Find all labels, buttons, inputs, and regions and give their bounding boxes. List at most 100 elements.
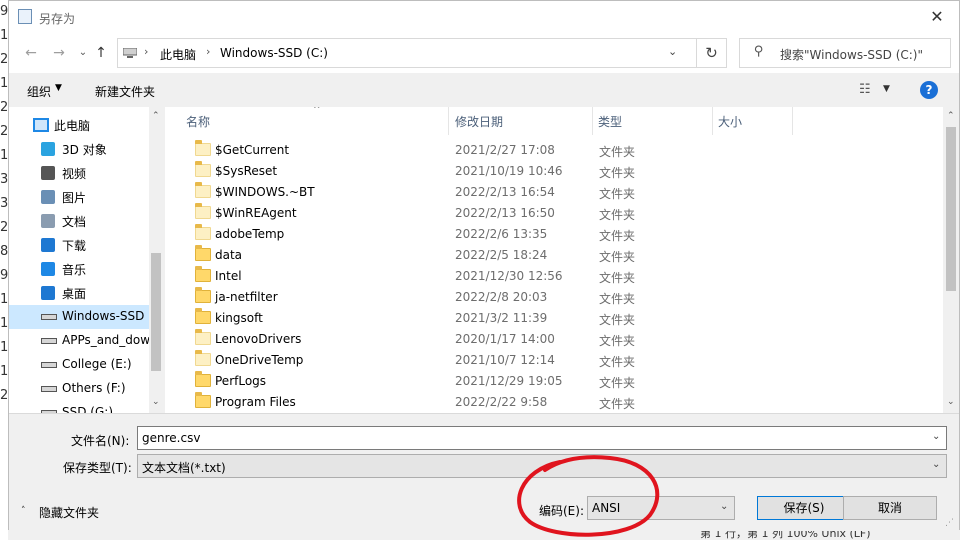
nav-item-label[interactable]: SSD (G:) [62,405,113,413]
new-folder-button[interactable]: 新建文件夹 [95,83,155,100]
nav-item[interactable]: College (E:) [9,353,149,377]
nav-item-label[interactable]: 音乐 [62,261,86,278]
search-input[interactable]: 搜索"Windows-SSD (C:)" [780,46,923,63]
file-row[interactable]: LenovoDrivers 2020/1/17 14:00 文件夹 [185,329,925,350]
chevron-down-icon[interactable]: ⌄ [932,459,940,470]
file-name[interactable]: LenovoDrivers [215,332,301,346]
nav-item[interactable]: 3D 对象 [9,137,149,161]
up-button[interactable]: ↑ [91,41,111,65]
close-button[interactable]: ✕ [919,3,955,31]
nav-item-label[interactable]: 下载 [62,237,86,254]
file-row[interactable]: $WinREAgent 2022/2/13 16:50 文件夹 [185,203,925,224]
column-divider[interactable] [592,107,593,135]
chevron-right-icon[interactable]: › [144,45,148,58]
column-divider[interactable] [792,107,793,135]
nav-item-label[interactable]: 图片 [62,189,86,206]
column-header-date[interactable]: 修改日期 [455,113,503,130]
scroll-down-icon[interactable]: ⌄ [152,397,160,407]
scrollbar-thumb[interactable] [151,253,161,371]
filename-value[interactable]: genre.csv [142,431,200,445]
nav-item[interactable]: 桌面 [9,281,149,305]
file-name[interactable]: Intel [215,269,242,283]
back-button[interactable]: ← [21,41,41,65]
caret-down-icon[interactable]: ▼ [883,84,890,94]
column-header-size[interactable]: 大小 [718,113,742,130]
nav-item[interactable]: 视频 [9,161,149,185]
nav-item[interactable]: APPs_and_dow [9,329,150,353]
nav-item-label[interactable]: Others (F:) [62,381,126,395]
nav-item-label[interactable]: 视频 [62,165,86,182]
file-row[interactable]: OneDriveTemp 2021/10/7 12:14 文件夹 [185,350,925,371]
caret-down-icon[interactable]: ▼ [55,83,62,93]
file-name[interactable]: OneDriveTemp [215,353,303,367]
file-row[interactable]: PerfLogs 2021/12/29 19:05 文件夹 [185,371,925,392]
scrollbar-thumb[interactable] [946,127,956,291]
file-name[interactable]: Program Files [215,395,296,409]
file-name[interactable]: $GetCurrent [215,143,289,157]
file-row[interactable]: kingsoft 2021/3/2 11:39 文件夹 [185,308,925,329]
file-name[interactable]: data [215,248,242,262]
nav-item-label[interactable]: College (E:) [62,357,132,371]
scroll-up-icon[interactable]: ⌃ [947,111,955,121]
file-name[interactable]: PerfLogs [215,374,266,388]
file-row[interactable]: $WINDOWS.~BT 2022/2/13 16:54 文件夹 [185,182,925,203]
file-row[interactable]: $SysReset 2021/10/19 10:46 文件夹 [185,161,925,182]
organize-button[interactable]: 组织 [27,83,51,100]
nav-item[interactable]: Others (F:) [9,377,149,401]
filename-input[interactable]: genre.csv ⌄ [137,426,947,450]
chevron-down-icon[interactable]: ⌄ [932,431,940,442]
nav-item[interactable]: 下载 [9,233,149,257]
breadcrumb-drive[interactable]: Windows-SSD (C:) [220,46,328,60]
help-icon[interactable]: ? [920,81,938,99]
resize-grip-icon[interactable]: ⋰ [945,518,954,528]
encoding-select[interactable]: ANSI ⌄ [587,496,735,520]
nav-item-label[interactable]: 3D 对象 [62,141,107,158]
nav-item[interactable]: 图片 [9,185,149,209]
hide-folders-button[interactable]: 隐藏文件夹 [39,504,99,521]
chevron-up-icon[interactable]: ˄ [21,506,26,516]
nav-item-label[interactable]: 文档 [62,213,86,230]
chevron-right-icon[interactable]: › [206,45,210,58]
forward-button[interactable]: → [49,41,69,65]
refresh-button[interactable]: ↻ [697,38,727,68]
search-box[interactable]: ⚲ 搜索"Windows-SSD (C:)" [739,38,951,68]
column-header-name[interactable]: 名称 [186,113,210,130]
column-divider[interactable] [712,107,713,135]
file-row[interactable]: ja-netfilter 2022/2/8 20:03 文件夹 [185,287,925,308]
view-options-icon[interactable]: ☷ [859,82,871,97]
save-button[interactable]: 保存(S) [757,496,851,520]
file-name[interactable]: kingsoft [215,311,263,325]
nav-item[interactable]: 此电脑 [9,113,149,137]
breadcrumb-this-pc[interactable]: 此电脑 [160,46,196,63]
file-row[interactable]: adobeTemp 2022/2/6 13:35 文件夹 [185,224,925,245]
file-name[interactable]: $WinREAgent [215,206,297,220]
nav-item-label[interactable]: 桌面 [62,285,86,302]
nav-item-label[interactable]: Windows-SSD [62,309,144,323]
file-name[interactable]: ja-netfilter [215,290,278,304]
filetype-value[interactable]: 文本文档(*.txt) [142,459,226,476]
filetype-select[interactable]: 文本文档(*.txt) ⌄ [137,454,947,478]
nav-item[interactable]: 音乐 [9,257,149,281]
nav-item-label[interactable]: APPs_and_dow [62,333,150,347]
cancel-button[interactable]: 取消 [843,496,937,520]
nav-item[interactable]: Windows-SSD [9,305,149,329]
nav-item-label[interactable]: 此电脑 [54,117,90,134]
column-divider[interactable] [448,107,449,135]
chevron-down-icon[interactable]: ⌄ [668,45,677,58]
encoding-value[interactable]: ANSI [592,501,620,515]
recent-locations-button[interactable]: ⌄ [73,41,93,65]
file-row[interactable]: Program Files 2022/2/22 9:58 文件夹 [185,392,925,413]
chevron-down-icon[interactable]: ⌄ [720,501,728,512]
file-row[interactable]: Intel 2021/12/30 12:56 文件夹 [185,266,925,287]
nav-item[interactable]: SSD (G:) [9,401,149,413]
file-name[interactable]: adobeTemp [215,227,284,241]
column-header-type[interactable]: 类型 [598,113,622,130]
address-bar[interactable]: › 此电脑 › Windows-SSD (C:) ⌄ [117,38,697,68]
file-name[interactable]: $WINDOWS.~BT [215,185,315,199]
file-row[interactable]: $GetCurrent 2021/2/27 17:08 文件夹 [185,140,925,161]
file-name[interactable]: $SysReset [215,164,277,178]
scroll-up-icon[interactable]: ⌃ [152,111,160,121]
nav-item[interactable]: 文档 [9,209,149,233]
scroll-down-icon[interactable]: ⌄ [947,397,955,407]
file-row[interactable]: data 2022/2/5 18:24 文件夹 [185,245,925,266]
